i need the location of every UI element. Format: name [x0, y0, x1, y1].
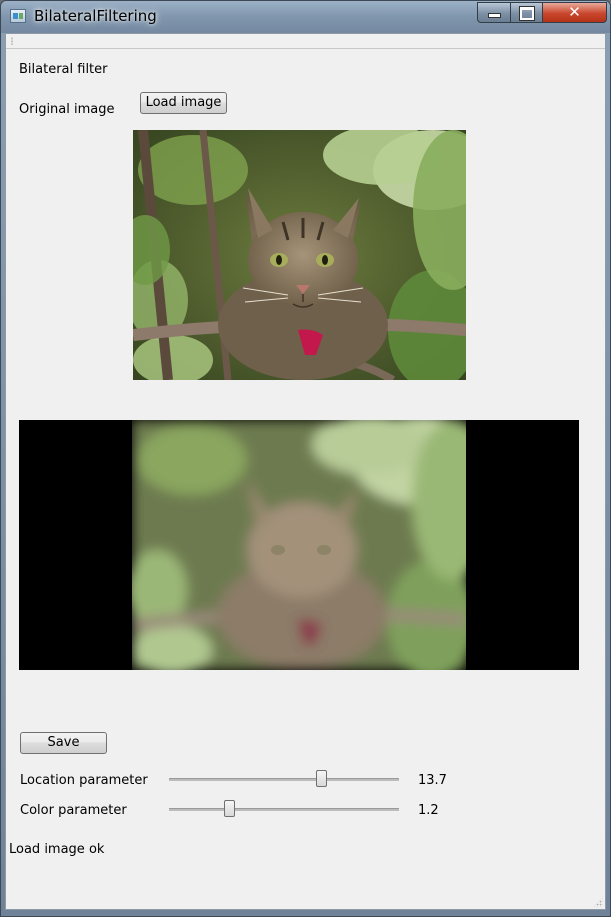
- status-message: Load image ok: [9, 842, 105, 857]
- original-image: [133, 130, 466, 380]
- slider-track: [169, 778, 399, 781]
- app-window: BilateralFiltering ✕ Bilateral filter Or…: [0, 0, 611, 917]
- toolbar-grip-icon[interactable]: [11, 37, 13, 45]
- color-parameter-label: Color parameter: [20, 803, 127, 818]
- color-parameter-slider[interactable]: [169, 799, 399, 819]
- maximize-icon: [518, 6, 535, 21]
- resize-grip-icon[interactable]: [593, 897, 603, 907]
- minimize-button[interactable]: [477, 2, 511, 23]
- toolbar-strip: [6, 34, 605, 49]
- location-parameter-slider[interactable]: [169, 769, 399, 789]
- slider-thumb[interactable]: [316, 770, 327, 787]
- load-image-button[interactable]: Load image: [140, 92, 227, 114]
- location-parameter-label: Location parameter: [20, 773, 148, 788]
- minimize-icon: [487, 13, 501, 18]
- window-title: BilateralFiltering: [34, 7, 157, 25]
- slider-track: [169, 808, 399, 811]
- filtered-image: [132, 420, 466, 670]
- slider-thumb[interactable]: [224, 800, 235, 817]
- maximize-button[interactable]: [510, 2, 543, 23]
- close-icon: ✕: [568, 3, 581, 21]
- close-button[interactable]: ✕: [542, 2, 607, 23]
- original-image-label: Original image: [19, 102, 115, 117]
- title-bar[interactable]: BilateralFiltering ✕: [1, 1, 610, 33]
- save-button[interactable]: Save: [20, 732, 107, 754]
- location-parameter-value: 13.7: [418, 773, 447, 788]
- color-parameter-value: 1.2: [418, 803, 439, 818]
- filtered-image-panel: [19, 420, 579, 670]
- client-area: Bilateral filter Original image Load ima…: [5, 33, 606, 910]
- page-title: Bilateral filter: [19, 62, 108, 77]
- app-icon[interactable]: [10, 9, 26, 23]
